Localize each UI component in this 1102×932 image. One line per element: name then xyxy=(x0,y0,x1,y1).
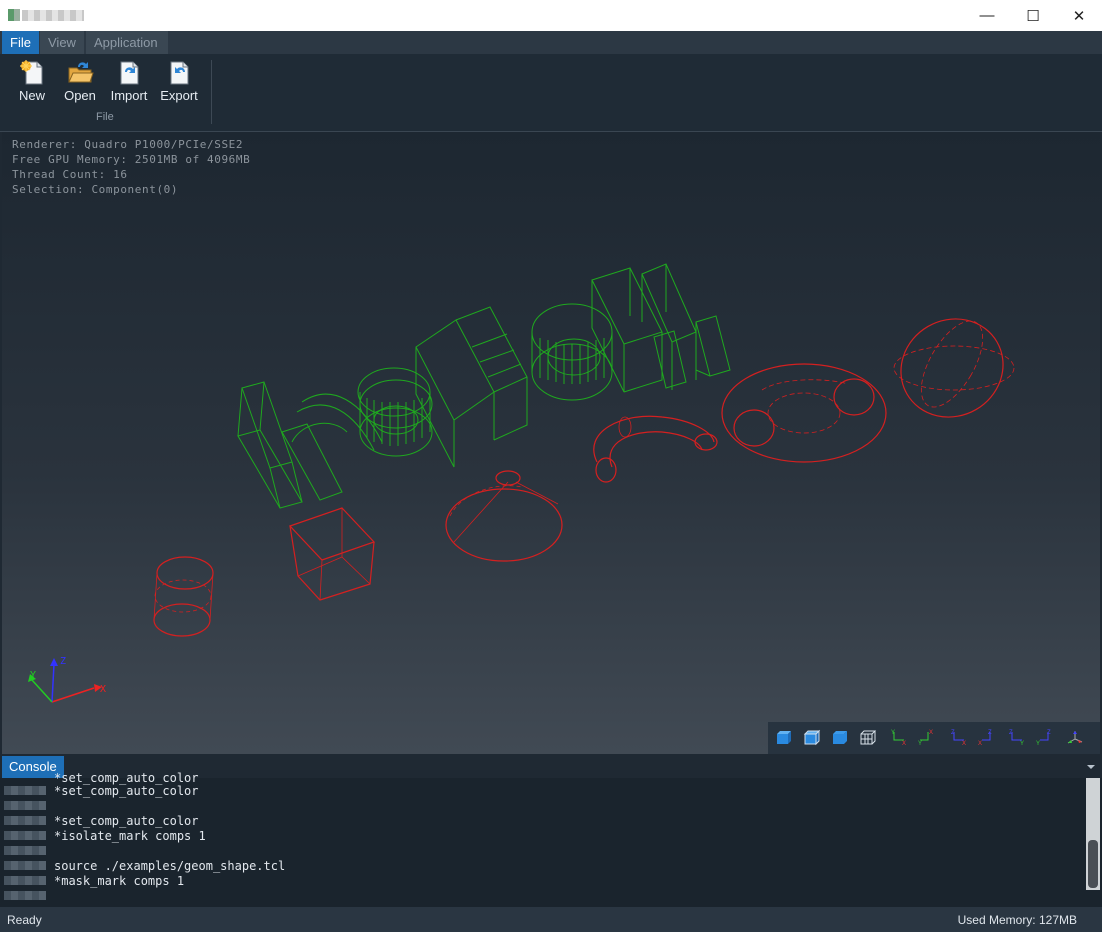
svg-text:Z: Z xyxy=(951,730,955,736)
console-line: *set_comp_auto_color xyxy=(54,771,199,785)
gpu-memory-line: Free GPU Memory: 2501MB of 4096MB xyxy=(12,153,251,166)
minimize-button[interactable]: — xyxy=(964,0,1010,31)
export-button[interactable]: Export xyxy=(155,58,203,103)
close-button[interactable]: ✕ xyxy=(1056,0,1102,31)
axis-z-label: Z xyxy=(60,656,66,667)
ribbon-toolbar: New Open Import Export File xyxy=(0,54,1102,132)
axis-y-label: Y xyxy=(30,670,36,681)
window-title-redacted xyxy=(22,10,84,21)
thread-count-line: Thread Count: 16 xyxy=(12,168,128,181)
new-button[interactable]: New xyxy=(8,58,56,103)
export-button-label: Export xyxy=(160,88,198,103)
redacted-prefix xyxy=(4,891,46,900)
flat-view-icon[interactable] xyxy=(828,728,850,748)
svg-text:Z: Z xyxy=(988,730,992,736)
new-file-icon xyxy=(20,60,43,85)
import-icon xyxy=(120,61,139,85)
export-icon xyxy=(170,61,189,85)
console-line: source ./examples/geom_shape.tcl xyxy=(54,859,286,873)
menu-bar: File View Application xyxy=(0,31,1102,54)
svg-text:Y: Y xyxy=(1020,741,1024,747)
console-line: *set_comp_auto_color xyxy=(54,784,199,798)
menu-application[interactable]: Application xyxy=(86,31,168,54)
svg-text:Y: Y xyxy=(891,730,895,736)
right-view-icon[interactable]: ZY xyxy=(1034,728,1056,748)
svg-text:X: X xyxy=(929,730,933,736)
wireframe-view-icon[interactable] xyxy=(856,728,878,748)
new-button-label: New xyxy=(18,88,45,103)
open-button[interactable]: Open xyxy=(56,58,104,103)
renderer-line: Renderer: Quadro P1000/PCIe/SSE2 xyxy=(12,138,244,151)
open-folder-icon xyxy=(68,62,94,83)
redacted-prefix xyxy=(4,876,46,885)
import-button-label: Import xyxy=(110,88,148,103)
redacted-prefix xyxy=(4,846,46,855)
front-view-icon[interactable]: ZX xyxy=(948,728,970,748)
svg-text:X: X xyxy=(962,741,966,747)
svg-text:Z: Z xyxy=(1009,730,1013,736)
redacted-prefix xyxy=(4,861,46,870)
redacted-prefix xyxy=(4,801,46,810)
console-scrollbar[interactable] xyxy=(1086,778,1100,890)
svg-text:X: X xyxy=(978,741,982,747)
console-line: *set_comp_auto_color xyxy=(54,814,199,828)
redacted-prefix xyxy=(4,786,46,795)
chevron-down-icon[interactable] xyxy=(1086,763,1096,771)
console-line: *mask_mark comps 1 xyxy=(54,874,185,888)
ribbon-separator xyxy=(211,60,212,124)
view-toolbar: YX YX ZX ZX ZY ZY xyxy=(768,722,1100,754)
svg-text:Y: Y xyxy=(918,741,922,747)
svg-text:X: X xyxy=(902,741,906,747)
menu-file[interactable]: File xyxy=(2,31,39,54)
svg-text:Y: Y xyxy=(1036,741,1040,747)
console-scroll-thumb[interactable] xyxy=(1088,840,1098,888)
app-icon xyxy=(8,9,20,21)
top-view-icon[interactable]: YX xyxy=(888,728,910,748)
selected-text-wireframe[interactable] xyxy=(237,263,731,509)
svg-text:Z: Z xyxy=(1047,730,1051,736)
console-output[interactable]: *set_comp_auto_color *set_comp_auto_colo… xyxy=(0,771,1102,907)
isometric-view-icon[interactable] xyxy=(1064,728,1086,748)
shaded-edges-view-icon[interactable] xyxy=(800,728,822,748)
ribbon-group-label: File xyxy=(96,111,114,123)
open-button-label: Open xyxy=(64,88,96,103)
import-button[interactable]: Import xyxy=(105,58,153,103)
axis-x-label: X xyxy=(100,684,106,695)
title-bar: — ☐ ✕ xyxy=(0,0,1102,32)
renderer-info: Renderer: Quadro P1000/PCIe/SSE2 Free GPU… xyxy=(12,137,250,197)
scene-canvas: X Z Y xyxy=(28,263,1015,703)
bottom-view-icon[interactable]: YX xyxy=(916,728,938,748)
memory-usage: Used Memory: 127MB xyxy=(957,913,1077,927)
maximize-button[interactable]: ☐ xyxy=(1010,0,1056,31)
selection-line: Selection: Component(0) xyxy=(12,183,179,196)
redacted-prefix xyxy=(4,816,46,825)
console-line: *isolate_mark comps 1 xyxy=(54,829,206,843)
axis-triad: X Z Y xyxy=(28,656,106,703)
redacted-prefix xyxy=(4,831,46,840)
3d-viewport[interactable]: X Z Y Renderer: Quadro P1000/PCIe/SSE2 Fr… xyxy=(2,132,1100,754)
left-view-icon[interactable]: ZY xyxy=(1006,728,1028,748)
status-bar: Ready Used Memory: 127MB xyxy=(0,907,1102,932)
back-view-icon[interactable]: ZX xyxy=(976,728,998,748)
shaded-view-icon[interactable] xyxy=(772,728,794,748)
status-text: Ready xyxy=(7,913,42,927)
menu-view[interactable]: View xyxy=(40,31,84,54)
